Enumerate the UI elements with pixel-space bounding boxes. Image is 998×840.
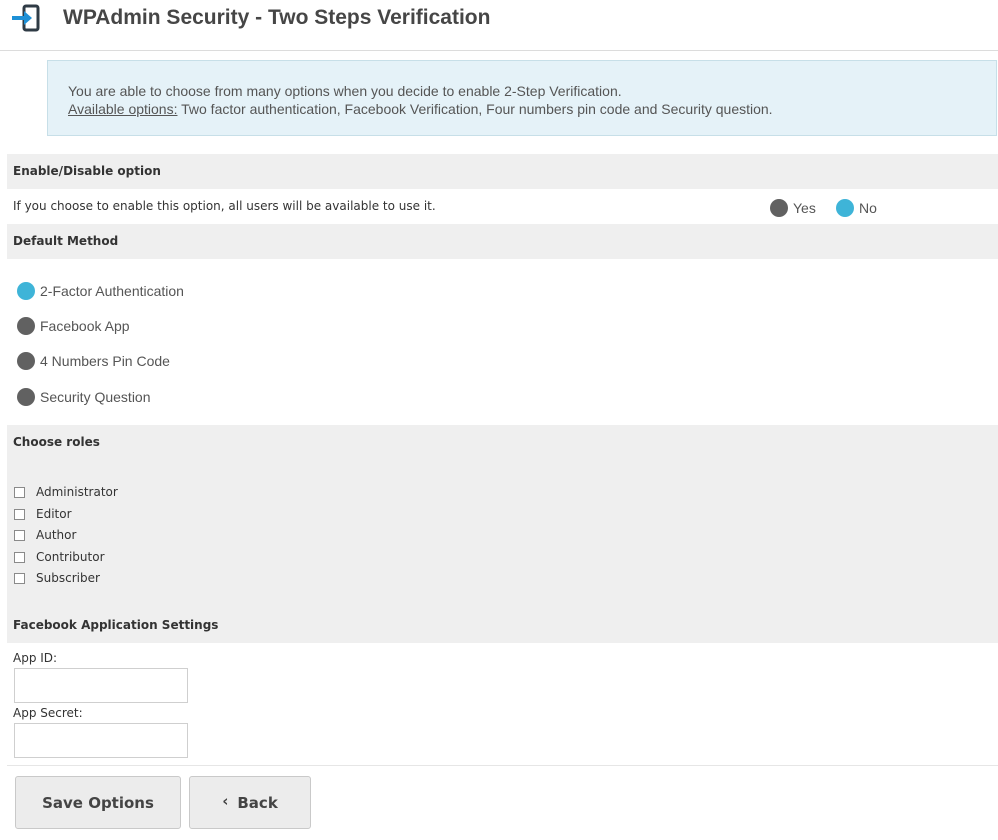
app-secret-input[interactable] [14, 723, 188, 758]
radio-button[interactable] [17, 388, 35, 406]
role-editor-checkbox[interactable]: Editor [14, 506, 72, 522]
radio-button[interactable] [17, 352, 35, 370]
facebook-settings-heading: Facebook Application Settings [7, 608, 998, 643]
radio-label: Facebook App [40, 318, 130, 334]
radio-label: No [859, 200, 877, 216]
back-button[interactable]: ‹ Back [189, 776, 311, 829]
login-arrow-icon [12, 4, 40, 32]
role-author-checkbox[interactable]: Author [14, 527, 76, 543]
enable-description: If you choose to enable this option, all… [13, 199, 436, 213]
available-options-text: Two factor authentication, Facebook Veri… [177, 101, 773, 117]
checkbox[interactable] [14, 508, 25, 520]
method-security-question-radio[interactable]: Security Question [17, 387, 151, 407]
checkbox-label: Author [36, 528, 77, 542]
role-subscriber-checkbox[interactable]: Subscriber [14, 570, 100, 586]
checkbox[interactable] [14, 572, 25, 584]
app-secret-label: App Secret: [13, 706, 83, 720]
enable-no-radio[interactable]: No [836, 198, 877, 218]
default-method-heading: Default Method [7, 224, 998, 259]
checkbox-label: Administrator [36, 485, 118, 499]
enable-yes-radio[interactable]: Yes [770, 198, 816, 218]
app-id-label: App ID: [13, 651, 58, 665]
checkbox[interactable] [14, 486, 25, 498]
available-options-label: Available options: [68, 101, 178, 117]
page-title: WPAdmin Security - Two Steps Verificatio… [63, 6, 491, 29]
radio-label: 2-Factor Authentication [40, 283, 184, 299]
radio-button-selected[interactable] [836, 199, 854, 217]
info-notice: You are able to choose from many options… [47, 60, 997, 136]
checkbox-label: Contributor [36, 550, 105, 564]
save-options-button[interactable]: Save Options [15, 776, 181, 829]
checkbox-label: Editor [36, 507, 72, 521]
radio-button[interactable] [17, 317, 35, 335]
enable-disable-heading: Enable/Disable option [7, 154, 998, 189]
choose-roles-heading: Choose roles [13, 435, 100, 449]
chevron-left-icon: ‹ [222, 791, 229, 810]
notice-line: You are able to choose from many options… [68, 83, 622, 99]
method-pin-code-radio[interactable]: 4 Numbers Pin Code [17, 351, 170, 371]
app-id-input[interactable] [14, 668, 188, 703]
method-2-factor-radio[interactable]: 2-Factor Authentication [17, 281, 184, 301]
role-contributor-checkbox[interactable]: Contributor [14, 549, 105, 565]
divider [7, 765, 998, 766]
button-label: Save Options [42, 793, 154, 812]
role-administrator-checkbox[interactable]: Administrator [14, 484, 118, 500]
radio-button-selected[interactable] [17, 282, 35, 300]
notice-options-line: Available options: Two factor authentica… [68, 100, 976, 118]
radio-label: 4 Numbers Pin Code [40, 353, 170, 369]
button-label: Back [237, 793, 278, 812]
radio-button[interactable] [770, 199, 788, 217]
radio-label: Yes [793, 200, 816, 216]
checkbox-label: Subscriber [36, 571, 100, 585]
page-header: WPAdmin Security - Two Steps Verificatio… [0, 0, 998, 51]
radio-label: Security Question [40, 389, 151, 405]
checkbox[interactable] [14, 529, 25, 541]
method-facebook-app-radio[interactable]: Facebook App [17, 316, 130, 336]
checkbox[interactable] [14, 551, 25, 563]
